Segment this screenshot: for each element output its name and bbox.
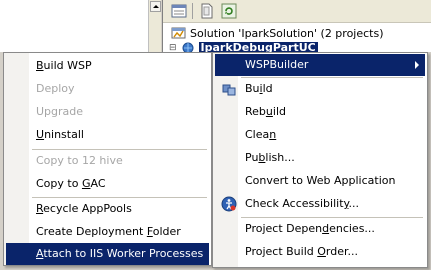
menu-item-recycle-apppools[interactable]: Recycle AppPools bbox=[6, 198, 209, 220]
menu-item-label: Build bbox=[245, 82, 273, 95]
code-editor-pane[interactable] bbox=[0, 0, 149, 52]
menu-item-label: Clean bbox=[245, 128, 277, 141]
submenu-arrow-icon bbox=[415, 61, 419, 69]
menu-item-label: Copy to GAC bbox=[36, 177, 106, 190]
menu-item-label: Recycle AppPools bbox=[36, 202, 132, 215]
properties-icon[interactable] bbox=[171, 3, 187, 19]
accessibility-icon bbox=[221, 196, 237, 212]
menu-item-project-build-order[interactable]: Project Build Order... bbox=[215, 241, 425, 263]
menu-item-label: Uninstall bbox=[36, 128, 84, 141]
build-icon bbox=[222, 84, 236, 96]
solution-label: Solution 'IparkSolution' (2 projects) bbox=[190, 26, 384, 40]
menu-item-clean[interactable]: Clean bbox=[215, 124, 425, 146]
menu-item-deploy: Deploy bbox=[6, 78, 209, 100]
wspbuilder-submenu: Build WSP Deploy Upgrade Uninstall Copy … bbox=[3, 52, 212, 266]
menu-item-label: Copy to 12 hive bbox=[36, 154, 123, 167]
scroll-up-icon[interactable] bbox=[150, 1, 161, 12]
menu-item-label: Deploy bbox=[36, 82, 75, 95]
menu-item-publish[interactable]: Publish... bbox=[215, 147, 425, 169]
menu-item-check-accessibility[interactable]: Check Accessibility... bbox=[215, 193, 425, 215]
menu-item-label: WSPBuilder bbox=[245, 58, 309, 71]
menu-item-copy-to-gac[interactable]: Copy to GAC bbox=[6, 173, 209, 195]
menu-item-rebuild[interactable]: Rebuild bbox=[215, 101, 425, 123]
menu-item-label: Publish... bbox=[245, 151, 295, 164]
toolbar-separator bbox=[192, 3, 193, 19]
menu-item-label: Rebuild bbox=[245, 105, 286, 118]
menu-item-uninstall[interactable]: Uninstall bbox=[6, 124, 209, 146]
menu-item-label: Build WSP bbox=[36, 59, 92, 72]
menu-item-upgrade: Upgrade bbox=[6, 101, 209, 123]
menu-item-copy-to-12-hive: Copy to 12 hive bbox=[6, 150, 209, 172]
menu-item-wspbuilder[interactable]: WSPBuilder bbox=[215, 54, 425, 76]
menu-item-convert-to-web-application[interactable]: Convert to Web Application bbox=[215, 170, 425, 192]
solution-node[interactable]: Solution 'IparkSolution' (2 projects) bbox=[171, 25, 384, 41]
menu-item-label: Convert to Web Application bbox=[245, 174, 396, 187]
menu-item-project-dependencies[interactable]: Project Dependencies... bbox=[215, 218, 425, 240]
refresh-icon[interactable] bbox=[221, 3, 237, 19]
menu-item-label: Project Dependencies... bbox=[245, 222, 375, 235]
menu-item-attach-to-iis-worker-processes[interactable]: Attach to IIS Worker Processes bbox=[6, 243, 209, 265]
menu-item-label: Attach to IIS Worker Processes bbox=[36, 247, 204, 260]
solution-explorer: Solution 'IparkSolution' (2 projects) ⊟ … bbox=[162, 0, 431, 54]
project-context-menu: WSPBuilder Build Rebuild Clean Publish..… bbox=[212, 52, 428, 268]
menu-item-build[interactable]: Build bbox=[215, 78, 425, 100]
menu-item-label: Upgrade bbox=[36, 105, 84, 118]
menu-item-label: Project Build Order... bbox=[245, 245, 359, 258]
menu-item-label: Check Accessibility... bbox=[245, 197, 359, 210]
solution-explorer-toolbar bbox=[163, 0, 431, 23]
solution-icon bbox=[171, 27, 186, 39]
menu-item-create-deployment-folder[interactable]: Create Deployment Folder bbox=[6, 221, 209, 243]
menu-item-build-wsp[interactable]: Build WSP bbox=[6, 55, 209, 77]
show-all-files-icon[interactable] bbox=[199, 3, 215, 19]
menu-item-label: Create Deployment Folder bbox=[36, 225, 181, 238]
editor-scrollbar[interactable] bbox=[148, 0, 161, 52]
